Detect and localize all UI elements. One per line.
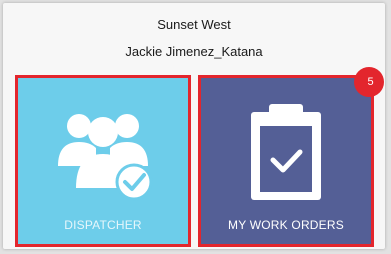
group-check-icon xyxy=(58,114,153,201)
my-work-orders-tile[interactable]: MY WORK ORDERS xyxy=(198,75,374,247)
work-orders-count-badge: 5 xyxy=(354,67,384,97)
user-name: Jackie Jimenez_Katana xyxy=(125,44,263,59)
dispatcher-tile[interactable]: DISPATCHER xyxy=(15,75,191,247)
dispatcher-label: DISPATCHER xyxy=(64,218,142,232)
clipboard-check-icon xyxy=(251,104,321,200)
location-name: Sunset West xyxy=(157,17,231,32)
my-work-orders-label: MY WORK ORDERS xyxy=(228,218,344,232)
